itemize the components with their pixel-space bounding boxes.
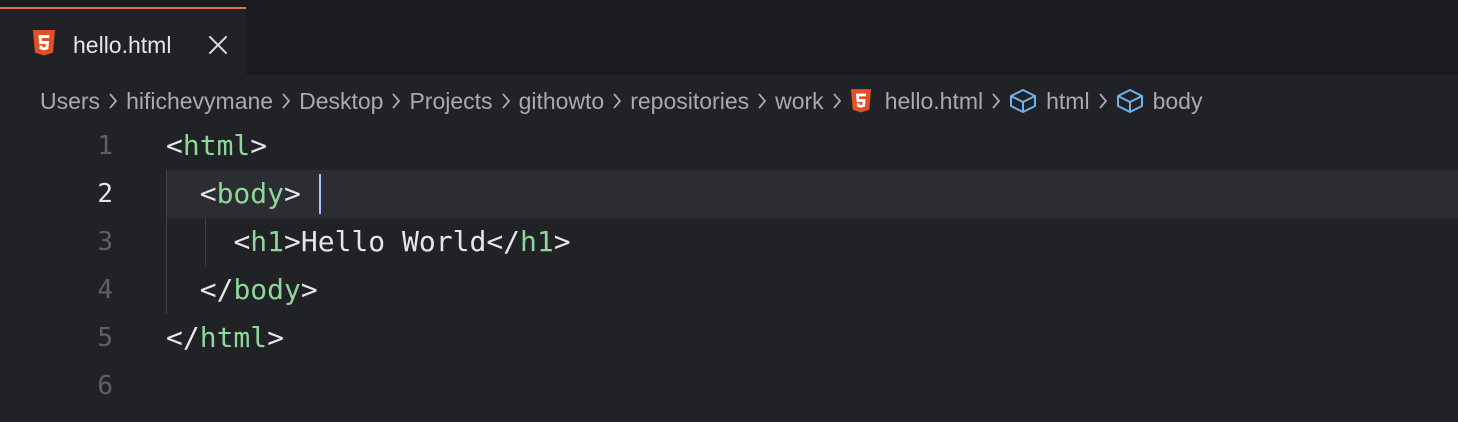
line-number: 4: [97, 275, 113, 305]
html5-icon: [32, 30, 56, 56]
breadcrumb-label: hello.html: [884, 87, 984, 114]
html5-icon: [850, 89, 872, 113]
chevron-right-icon: [493, 92, 519, 110]
breadcrumb-label: Users: [40, 87, 101, 114]
chevron-right-icon: [604, 92, 630, 110]
breadcrumb-item-githowto[interactable]: githowto: [519, 88, 605, 115]
code-token: >: [284, 225, 301, 258]
code-tag: h1: [520, 225, 554, 258]
chevron-right-icon: [824, 92, 850, 110]
line-number: 1: [97, 131, 113, 161]
breadcrumb-item-hello-html[interactable]: hello.html: [850, 88, 983, 115]
code-text: Hello World: [300, 225, 487, 258]
chevron-right-icon: [983, 92, 1009, 110]
tab-bar: hello.html: [0, 0, 1458, 75]
breadcrumb-label: hifichevymane: [126, 87, 274, 114]
code-editor[interactable]: 1 2 3 4 5 6 <html> <body> <h1>Hello Worl…: [0, 122, 1458, 422]
code-token: >: [553, 225, 571, 258]
chevron-right-icon: [100, 92, 126, 110]
breadcrumb-item-projects[interactable]: Projects: [409, 88, 492, 115]
breadcrumb-item-desktop[interactable]: Desktop: [299, 88, 383, 115]
breadcrumb-item-hifichevymane[interactable]: hifichevymane: [126, 88, 273, 115]
code-token: >: [267, 321, 285, 354]
breadcrumb-label: body: [1152, 87, 1203, 114]
code-tag: html: [199, 321, 268, 354]
code-token: >: [300, 273, 318, 306]
tab-label: hello.html: [73, 32, 172, 58]
breadcrumb-label: repositories: [630, 87, 750, 114]
code-line: </body>: [166, 266, 318, 314]
code-token: <: [166, 129, 183, 162]
code-tag: h1: [250, 225, 285, 258]
chevron-right-icon: [749, 92, 775, 110]
chevron-right-icon: [383, 92, 409, 110]
breadcrumb-label: Desktop: [299, 87, 384, 114]
editor-window: hello.html Users hifichevymane Desktop P…: [0, 0, 1458, 422]
line-number: 5: [97, 323, 113, 353]
breadcrumb-item-users[interactable]: Users: [40, 88, 100, 115]
cube-icon: [1116, 88, 1144, 114]
code-token: >: [250, 129, 268, 162]
breadcrumb-item-html[interactable]: html: [1009, 87, 1090, 115]
code-line: </html>: [166, 314, 284, 362]
code-line: <h1>Hello World</h1>: [166, 218, 571, 266]
breadcrumb-label: work: [775, 87, 824, 114]
code-token: <: [199, 177, 217, 210]
cube-icon: [1009, 88, 1037, 114]
code-token: </: [199, 273, 234, 306]
line-number: 3: [97, 227, 113, 257]
code-line: <body>: [166, 170, 301, 218]
chevron-right-icon: [273, 92, 299, 110]
breadcrumb-label: Projects: [409, 87, 493, 114]
code-line: <html>: [166, 122, 267, 170]
breadcrumb-item-body[interactable]: body: [1116, 87, 1203, 115]
code-token: </: [166, 321, 200, 354]
code-token: >: [284, 177, 301, 210]
code-token: <: [233, 225, 251, 258]
code-tag: html: [182, 129, 251, 162]
breadcrumb-label: githowto: [518, 87, 605, 114]
code-token: </: [486, 225, 521, 258]
line-number: 6: [97, 371, 113, 401]
breadcrumb-label: html: [1046, 87, 1090, 114]
current-line-highlight: [166, 170, 1458, 218]
code-tag: body: [233, 273, 301, 306]
text-cursor: [319, 174, 321, 214]
close-icon[interactable]: [206, 33, 230, 57]
breadcrumb-item-work[interactable]: work: [775, 88, 824, 115]
code-tag: body: [216, 177, 285, 210]
breadcrumb-item-repositories[interactable]: repositories: [630, 88, 749, 115]
chevron-right-icon: [1090, 92, 1116, 110]
line-number-active: 2: [97, 179, 113, 209]
breadcrumb: Users hifichevymane Desktop Projects git…: [40, 84, 1202, 118]
tab-hello-html[interactable]: hello.html: [0, 7, 246, 75]
